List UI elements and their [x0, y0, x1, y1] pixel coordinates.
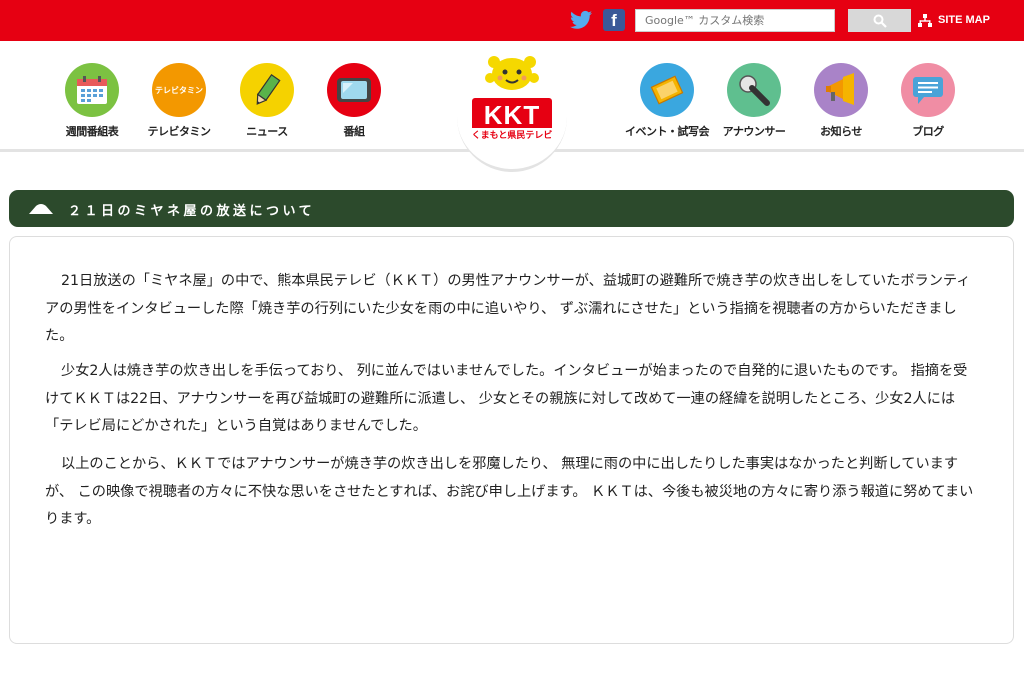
search-button[interactable]	[848, 9, 911, 32]
nav-label: イベント・試写会	[625, 125, 710, 138]
nav-item-news[interactable]: ニュース	[223, 63, 311, 139]
nav-label: 番組	[343, 125, 366, 138]
article-heading-bar: ２１日のミヤネ屋の放送について	[9, 190, 1014, 227]
sitemap-icon	[918, 13, 932, 27]
televitamin-icon: テレビタミン	[152, 63, 206, 117]
article-paragraph: 少女2人は焼き芋の炊き出しを手伝っており、 列に並んではいませんでした。インタビ…	[45, 363, 968, 434]
nav-item-blog[interactable]: ブログ	[884, 63, 972, 139]
mountain-icon	[29, 204, 53, 214]
tv-icon	[327, 63, 381, 117]
article-paragraph: 以上のことから、ＫＫＴではアナウンサーが焼き芋の炊き出しを邪魔したり、 無理に雨…	[45, 456, 974, 527]
nav-label: アナウンサー	[722, 125, 786, 138]
logo-text: KKT	[484, 100, 540, 130]
article-title: ２１日のミヤネ屋の放送について	[68, 204, 316, 219]
top-bar: f SITE MAP	[0, 0, 1024, 41]
calendar-icon	[65, 63, 119, 117]
mascot-icon	[485, 56, 539, 90]
kkt-logo[interactable]: KKT くまもと県民テレビ	[470, 52, 554, 147]
nav-label: ブログ	[912, 125, 944, 138]
nav-label: テレビタミン	[147, 125, 212, 138]
nav-item-schedule[interactable]: 週間番組表	[48, 63, 136, 139]
pencil-icon	[240, 63, 294, 117]
facebook-icon[interactable]: f	[603, 9, 625, 31]
nav-item-announcers[interactable]: アナウンサー	[710, 63, 798, 139]
nav-item-news-notice[interactable]: お知らせ	[797, 63, 885, 139]
ticket-icon	[640, 63, 694, 117]
search-input[interactable]	[635, 9, 835, 32]
microphone-icon	[727, 63, 781, 117]
search-icon	[873, 14, 887, 28]
megaphone-icon	[814, 63, 868, 117]
nav-label: ニュース	[246, 125, 288, 138]
nav-label: 週間番組表	[65, 125, 119, 138]
nav-item-televitamin[interactable]: テレビタミン テレビタミン	[135, 63, 223, 139]
logo-subtext: くまもと県民テレビ	[472, 129, 553, 141]
article-paragraph: 21日放送の「ミヤネ屋」の中で、熊本県民テレビ（ＫＫＴ）の男性アナウンサーが、益…	[45, 273, 971, 344]
sitemap-link[interactable]: SITE MAP	[918, 11, 990, 29]
speech-bubble-icon	[901, 63, 955, 117]
nav-item-programs[interactable]: 番組	[310, 63, 398, 139]
sitemap-label: SITE MAP	[938, 14, 990, 26]
nav-label: お知らせ	[820, 125, 862, 138]
twitter-icon[interactable]	[570, 10, 592, 30]
televitamin-badge: テレビタミン	[155, 85, 203, 95]
nav-item-events[interactable]: イベント・試写会	[623, 63, 711, 139]
